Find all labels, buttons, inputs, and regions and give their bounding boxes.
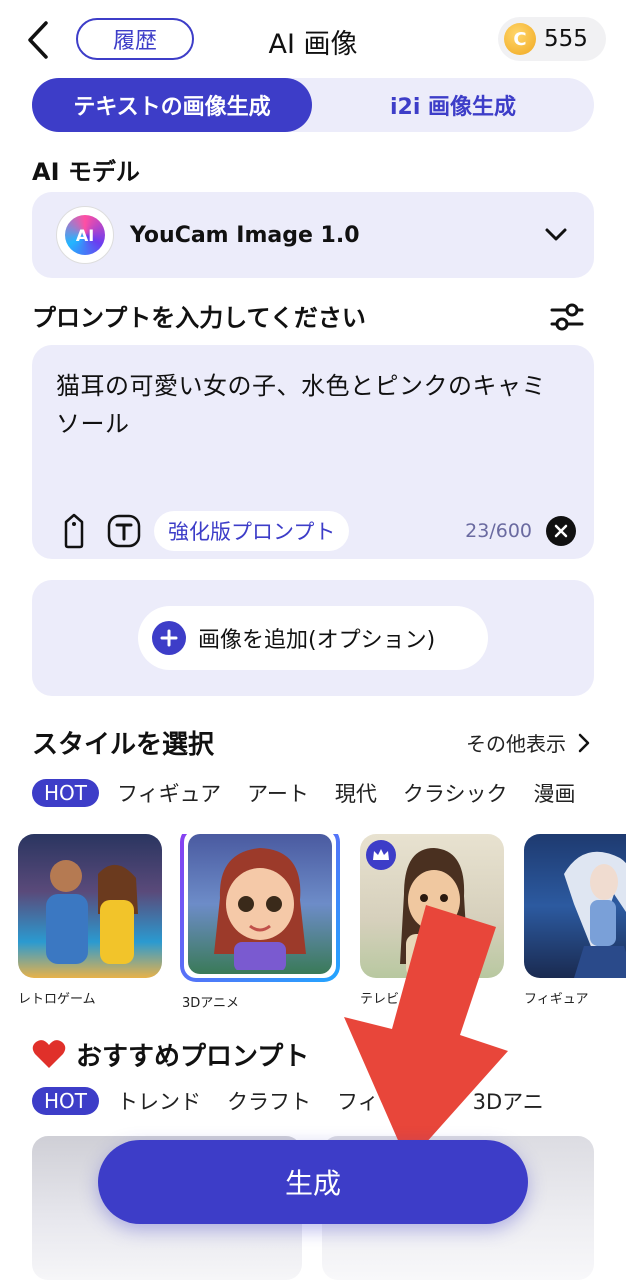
style-cards: レトロゲーム 3Dアニメ テレビ フィギュア bbox=[18, 834, 626, 1014]
recommended-category-figure[interactable]: フィ bbox=[337, 1086, 379, 1116]
style-category-modern[interactable]: 現代 bbox=[335, 778, 377, 808]
style-card-label: 3Dアニメ bbox=[182, 996, 240, 1011]
enhance-prompt-button[interactable]: 強化版プロンプト bbox=[154, 511, 350, 551]
model-logo-text: AI bbox=[65, 215, 105, 255]
coin-count: 555 bbox=[544, 26, 588, 52]
add-image-button[interactable]: 画像を追加(オプション) bbox=[138, 606, 488, 670]
chevron-down-icon bbox=[545, 228, 567, 241]
style-category-classic[interactable]: クラシック bbox=[403, 778, 508, 808]
style-thumbnail bbox=[524, 834, 626, 978]
style-category-manga[interactable]: 漫画 bbox=[534, 778, 576, 808]
text-template-icon[interactable] bbox=[104, 511, 144, 551]
style-header: スタイルを選択 その他表示 bbox=[32, 724, 594, 764]
style-card-figure[interactable]: フィギュア bbox=[524, 834, 626, 1014]
heart-icon bbox=[32, 1040, 66, 1068]
style-category-art[interactable]: アート bbox=[247, 778, 309, 808]
mode-tabs: テキストの画像生成 i2i 画像生成 bbox=[32, 78, 594, 132]
style-category-figure[interactable]: フィギュア bbox=[117, 778, 221, 808]
tab-text-to-image[interactable]: テキストの画像生成 bbox=[32, 78, 312, 132]
char-count: 23/600 bbox=[465, 520, 532, 542]
show-more-label: その他表示 bbox=[466, 732, 566, 756]
header: 履歴 AI 画像 C 555 bbox=[0, 0, 626, 80]
recommended-title: おすすめプロンプト bbox=[76, 1041, 310, 1072]
prompt-toolbar: 強化版プロンプト 23/600 bbox=[54, 511, 576, 551]
style-card-label: レトロゲーム bbox=[18, 992, 96, 1007]
recommended-category-beauty[interactable]: 美女 bbox=[405, 1086, 447, 1116]
coin-icon: C bbox=[504, 23, 536, 55]
style-card-3d-anime[interactable]: 3Dアニメ bbox=[182, 834, 340, 1014]
style-thumbnail bbox=[360, 834, 504, 978]
recommended-category-3d-anime[interactable]: 3Dアニ bbox=[473, 1086, 544, 1116]
model-name: YouCam Image 1.0 bbox=[130, 222, 360, 248]
style-category-hot[interactable]: HOT bbox=[32, 779, 99, 807]
premium-crown-icon bbox=[366, 840, 396, 870]
style-card-label: テレビ bbox=[360, 992, 400, 1007]
model-logo: AI bbox=[56, 206, 114, 264]
style-card-label: フィギュア bbox=[524, 992, 589, 1007]
history-button[interactable]: 履歴 bbox=[76, 18, 194, 60]
style-card-tv[interactable]: テレビ bbox=[360, 834, 504, 1014]
clear-prompt-button[interactable] bbox=[546, 516, 576, 546]
show-more-link[interactable]: その他表示 bbox=[466, 728, 594, 757]
add-image-panel: 画像を追加(オプション) bbox=[32, 580, 594, 696]
prompt-input[interactable]: 猫耳の可愛い女の子、水色とピンクのキャミソール 強化版プロンプト 23/600 bbox=[32, 345, 594, 559]
tab-image-to-image[interactable]: i2i 画像生成 bbox=[312, 78, 594, 132]
plus-icon bbox=[152, 621, 186, 655]
style-title: スタイルを選択 bbox=[32, 730, 215, 760]
prompt-text[interactable]: 猫耳の可愛い女の子、水色とピンクのキャミソール bbox=[56, 367, 570, 443]
coin-balance[interactable]: C 555 bbox=[498, 17, 606, 61]
chevron-left-icon bbox=[28, 21, 48, 59]
generate-button[interactable]: 生成 bbox=[98, 1140, 528, 1224]
close-icon bbox=[554, 524, 568, 538]
style-thumbnail bbox=[18, 834, 162, 978]
model-selector[interactable]: AI YouCam Image 1.0 bbox=[32, 192, 594, 278]
back-button[interactable] bbox=[18, 18, 58, 62]
recommended-category-trend[interactable]: トレンド bbox=[117, 1086, 201, 1116]
style-thumbnail bbox=[180, 834, 340, 982]
prompt-header: プロンプトを入力してください bbox=[32, 298, 594, 338]
recommended-header: おすすめプロンプト bbox=[32, 1034, 309, 1074]
style-category-tabs: HOT フィギュア アート 現代 クラシック 漫画 bbox=[32, 776, 626, 810]
recommended-category-craft[interactable]: クラフト bbox=[227, 1086, 311, 1116]
sliders-icon[interactable] bbox=[550, 300, 584, 334]
tag-icon[interactable] bbox=[54, 511, 94, 551]
model-section-label: AI モデル bbox=[32, 158, 140, 186]
prompt-label: プロンプトを入力してください bbox=[32, 304, 366, 332]
style-card-retro-game[interactable]: レトロゲーム bbox=[18, 834, 162, 1014]
chevron-right-icon bbox=[578, 733, 590, 752]
add-image-label: 画像を追加(オプション) bbox=[198, 628, 436, 653]
recommended-category-tabs: HOT トレンド クラフト フィ 美女 3Dアニ bbox=[32, 1084, 626, 1118]
recommended-category-hot[interactable]: HOT bbox=[32, 1087, 99, 1115]
